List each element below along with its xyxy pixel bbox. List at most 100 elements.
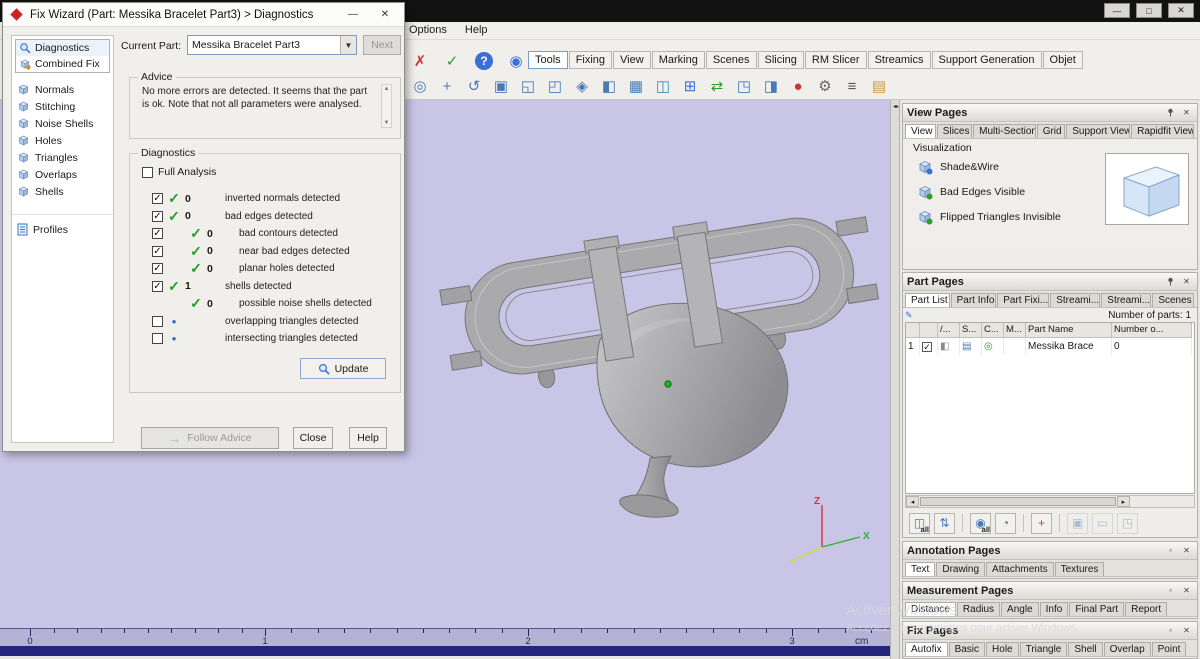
column-header[interactable]: Number o... (1112, 323, 1192, 338)
front-view-icon[interactable]: ◱ (516, 75, 540, 97)
ribbon-tab-fixing[interactable]: Fixing (568, 51, 613, 69)
dialog-minimize-button[interactable]: — (342, 7, 364, 23)
next-button[interactable]: Next (363, 35, 401, 55)
fix-tab-hole[interactable]: Hole (986, 642, 1019, 656)
marked-area-icon[interactable]: ⊞ (678, 75, 702, 97)
annotation-tab-attachments[interactable]: Attachments (986, 562, 1054, 576)
advice-scrollbar[interactable]: ▲ ▼ (381, 84, 392, 128)
checkbox-icon[interactable] (142, 166, 153, 178)
ribbon-tab-slicing[interactable]: Slicing (757, 51, 804, 69)
close-icon[interactable]: ✕ (1180, 624, 1193, 637)
ribbon-tab-tools[interactable]: Tools (528, 51, 568, 69)
view-option-bad-edges-visible[interactable]: Bad Edges Visible (917, 184, 1061, 200)
checkbox-icon[interactable]: ✓ (152, 263, 163, 275)
annotation-tab-text[interactable]: Text (905, 562, 936, 576)
build-indicator-icon[interactable]: ● (786, 75, 810, 97)
checkbox-icon[interactable]: ✓ (152, 228, 163, 240)
checkbox-icon[interactable]: ✓ (152, 245, 163, 257)
view-tab-support-view[interactable]: Support View (1066, 124, 1131, 138)
export-platform-icon[interactable]: ◳ (732, 75, 756, 97)
wizard-nav-triangles[interactable]: Triangles (12, 149, 113, 166)
minimize-button[interactable]: — (1104, 3, 1130, 18)
follow-advice-button[interactable]: → Follow Advice (141, 427, 279, 449)
checkbox-icon[interactable] (152, 333, 163, 345)
measurement-tab-report[interactable]: Report (1125, 602, 1168, 616)
checkbox-icon[interactable]: ✓ (152, 280, 163, 292)
pin-icon[interactable] (1164, 275, 1177, 288)
pin-icon[interactable] (1164, 106, 1177, 119)
view-tab-slices[interactable]: Slices (936, 124, 973, 138)
wizard-nav-combined-fix[interactable]: Combined Fix (16, 56, 109, 72)
wizard-nav-overlaps[interactable]: Overlaps (12, 166, 113, 183)
menu-options[interactable]: Options (402, 23, 454, 37)
ribbon-tab-rm-slicer[interactable]: RM Slicer (804, 51, 867, 69)
panel-splitter[interactable]: ◂▸ (890, 100, 900, 659)
fix-tab-point[interactable]: Point (1151, 642, 1187, 656)
float-icon[interactable]: ▫ (1164, 624, 1177, 637)
checkbox-icon[interactable]: ✓ (922, 341, 932, 352)
current-part-dropdown[interactable]: Messika Bracelet Part3 ▼ (187, 35, 357, 55)
maximize-button[interactable]: □ (1136, 3, 1162, 18)
view-option-shade-wire[interactable]: Shade&Wire (917, 159, 1061, 175)
wizard-nav-stitching[interactable]: Stitching (12, 98, 113, 115)
select-all-parts-button[interactable]: ◫ all (909, 512, 930, 534)
edit-list-icon[interactable]: ✎ (905, 310, 913, 321)
wizard-nav-holes[interactable]: Holes (12, 132, 113, 149)
view-tab-rapidfit-view[interactable]: Rapidfit View (1131, 124, 1194, 138)
close-icon[interactable]: ✕ (1180, 275, 1193, 288)
close-icon[interactable]: ✕ (1180, 584, 1193, 597)
measurement-tab-radius[interactable]: Radius (956, 602, 1001, 616)
checkbox-icon[interactable]: ✓ (152, 210, 163, 222)
column-header[interactable]: S... (960, 323, 982, 338)
help-button[interactable]: Help (349, 427, 387, 449)
view-option-flipped-triangles-invisible[interactable]: Flipped Triangles Invisible (917, 209, 1061, 225)
top-view-icon[interactable]: ◰ (543, 75, 567, 97)
measurement-tab-angle[interactable]: Angle (1001, 602, 1039, 616)
fix-tab-triangle[interactable]: Triangle (1019, 642, 1068, 656)
close-icon[interactable]: ✕ (1180, 544, 1193, 557)
part-list-table[interactable]: /... S... C... M... Part Name Number o... 1 ✓ ◧ ▤… (905, 322, 1195, 494)
ribbon-tab-marking[interactable]: Marking (651, 51, 705, 69)
part-name-cell[interactable]: Messika Brace (1026, 338, 1112, 355)
row-checkbox[interactable]: ✓ (920, 338, 938, 355)
iso-view-icon[interactable]: ◈ (570, 75, 594, 97)
fix-tab-overlap[interactable]: Overlap (1103, 642, 1151, 656)
table-row[interactable]: 1 ✓ ◧ ▤ ◎ Messika Brace 0 (906, 338, 1194, 355)
checkbox-icon[interactable] (152, 315, 163, 327)
column-header[interactable]: /... (938, 323, 960, 338)
ribbon-tab-view[interactable]: View (613, 51, 651, 69)
dialog-close-button[interactable]: ✕ (374, 7, 396, 23)
part-tab-scenes[interactable]: Scenes (1152, 293, 1194, 307)
fix-tab-basic[interactable]: Basic (948, 642, 986, 656)
chevron-down-icon[interactable]: ▼ (340, 36, 356, 54)
view-tab-grid[interactable]: Grid (1036, 124, 1066, 138)
column-header[interactable] (920, 323, 938, 338)
close-button[interactable]: Close (293, 427, 333, 449)
measurement-tab-info[interactable]: Info (1039, 602, 1069, 616)
wizard-nav-profiles[interactable]: Profiles (12, 221, 113, 238)
checkbox-icon[interactable]: ✓ (152, 193, 163, 205)
view-tab-view[interactable]: View (905, 124, 936, 138)
zoom-all-parts-button[interactable]: ◉ all (970, 512, 991, 534)
part-tab-streami[interactable]: Streami... (1101, 293, 1152, 307)
annotation-tab-textures[interactable]: Textures (1054, 562, 1105, 576)
wizard-nav-shells[interactable]: Shells (12, 183, 113, 200)
fix-tab-shell[interactable]: Shell (1068, 642, 1103, 656)
invert-selection-button[interactable]: ⇅ (934, 512, 955, 534)
float-icon[interactable]: ▫ (1164, 544, 1177, 557)
fix-tab-autofix[interactable]: Autofix (905, 642, 948, 656)
machine-properties-icon[interactable]: ◨ (759, 75, 783, 97)
float-icon[interactable]: ▫ (1164, 584, 1177, 597)
shaded-view-icon[interactable]: ◧ (597, 75, 621, 97)
ribbon-tab-objet[interactable]: Objet (1042, 51, 1083, 69)
part-tab-streami[interactable]: Streami... (1050, 293, 1101, 307)
view-selected-part-button[interactable]: ◔ (995, 512, 1016, 534)
wizard-nav-noise-shells[interactable]: Noise Shells (12, 115, 113, 132)
rotate-view-icon[interactable]: ↺ (462, 75, 486, 97)
dialog-title-bar[interactable]: Fix Wizard (Part: Messika Bracelet Part3… (3, 3, 404, 27)
close-icon[interactable]: ✕ (1180, 106, 1193, 119)
streamics-lines-icon[interactable]: ≡ (840, 75, 864, 97)
search-parts-icon[interactable]: ◉ (504, 50, 528, 72)
view-tab-multi-section[interactable]: Multi-Section (973, 124, 1036, 138)
support-box-icon[interactable]: ▤ (867, 75, 891, 97)
